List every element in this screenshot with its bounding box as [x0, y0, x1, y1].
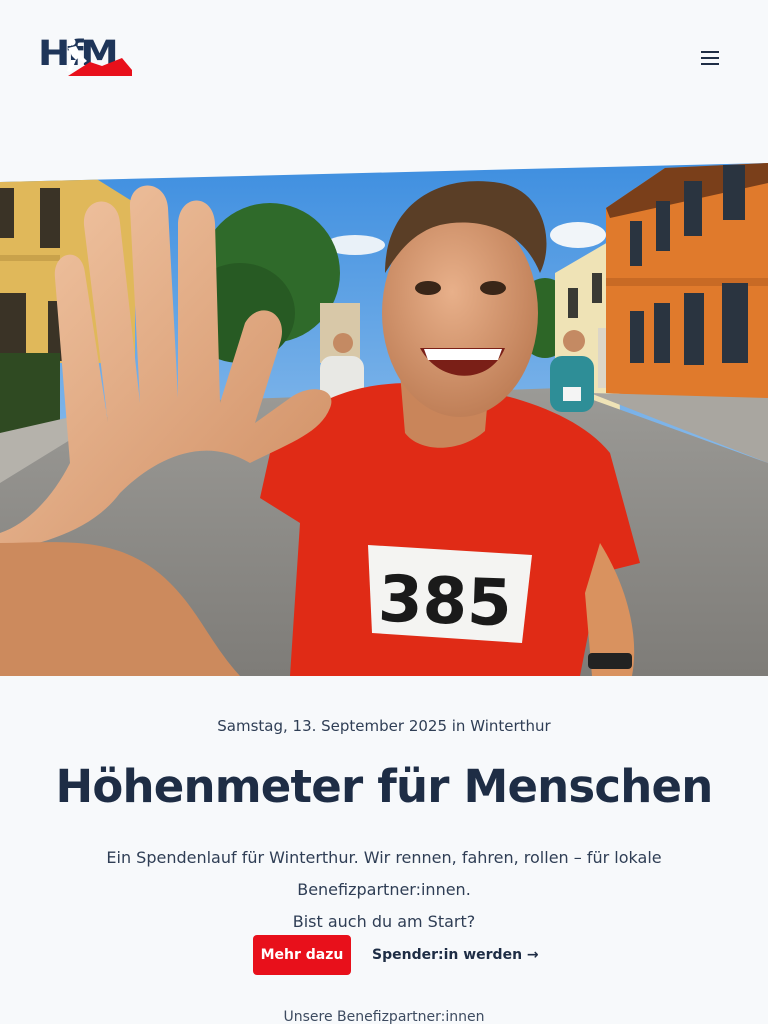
more-info-button[interactable]: Mehr dazu [253, 935, 351, 975]
hero-photo-runner: 385 [0, 163, 768, 676]
hero-image: 385 [0, 163, 768, 676]
site-header: HfM [0, 0, 768, 110]
partners-heading: Unsere Benefizpartner:innen [283, 1009, 485, 1024]
menu-bar [701, 57, 719, 59]
logo-mountain-icon [67, 38, 132, 76]
menu-bar [701, 63, 719, 65]
site-logo[interactable]: HfM [38, 34, 132, 76]
become-donor-link[interactable]: Spender:in werden → [372, 935, 539, 975]
page-title: Höhenmeter für Menschen [55, 760, 714, 813]
intro-line-2: Bist auch du am Start? [292, 912, 476, 931]
intro-text: Ein Spendenlauf für Winterthur. Wir renn… [40, 842, 728, 938]
menu-button[interactable] [696, 46, 724, 70]
menu-bar [701, 51, 719, 53]
event-date: Samstag, 13. September 2025 in Winterthu… [217, 717, 551, 735]
intro-line-1: Ein Spendenlauf für Winterthur. Wir renn… [106, 848, 662, 899]
bib-number: 385 [377, 563, 513, 642]
